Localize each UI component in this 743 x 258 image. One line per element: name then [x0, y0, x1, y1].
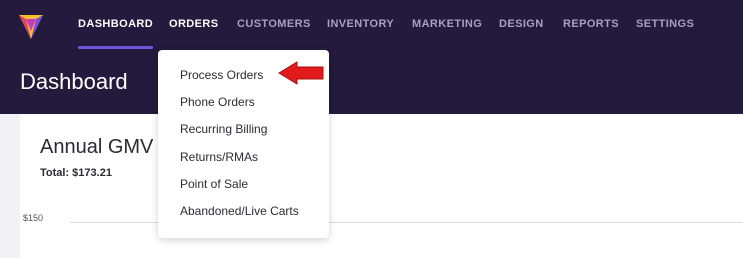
- menu-item-process-orders[interactable]: Process Orders: [180, 68, 263, 82]
- nav-item-marketing[interactable]: MARKETING: [412, 18, 482, 50]
- nav-item-orders[interactable]: ORDERS: [169, 18, 218, 50]
- nav-item-customers[interactable]: CUSTOMERS: [237, 18, 311, 50]
- card-title: Annual GMV: [40, 136, 154, 158]
- brand-logo-icon[interactable]: [17, 9, 45, 43]
- nav-item-inventory[interactable]: INVENTORY: [327, 18, 394, 50]
- active-tab-indicator: [78, 46, 154, 49]
- nav-item-settings[interactable]: SETTINGS: [636, 18, 694, 50]
- nav-item-label: DASHBOARD: [78, 18, 154, 30]
- menu-item-returns-rmas[interactable]: Returns/RMAs: [180, 150, 258, 164]
- nav-item-reports[interactable]: REPORTS: [563, 18, 619, 50]
- nav-item-label: REPORTS: [563, 18, 619, 30]
- top-header: DASHBOARD ORDERS CUSTOMERS INVENTORY MAR…: [0, 0, 743, 114]
- nav-item-label: INVENTORY: [327, 18, 395, 30]
- nav-item-dashboard[interactable]: DASHBOARD: [78, 18, 154, 50]
- nav-item-label: SETTINGS: [636, 18, 695, 30]
- y-axis-tick-label: $150: [23, 213, 44, 223]
- nav-item-label: MARKETING: [412, 18, 483, 30]
- page-title: Dashboard: [20, 69, 128, 94]
- nav-item-label: CUSTOMERS: [237, 18, 311, 30]
- menu-item-recurring-billing[interactable]: Recurring Billing: [180, 122, 267, 136]
- card-total: Total: $173.21: [40, 167, 112, 179]
- annual-gmv-card: Annual GMV Total: $173.21: [20, 114, 743, 258]
- red-arrow-icon: [278, 61, 324, 85]
- menu-item-abandoned-live-carts[interactable]: Abandoned/Live Carts: [180, 204, 299, 218]
- nav-item-label: ORDERS: [169, 18, 219, 30]
- menu-item-phone-orders[interactable]: Phone Orders: [180, 95, 255, 109]
- menu-item-point-of-sale[interactable]: Point of Sale: [180, 177, 248, 191]
- nav-item-design[interactable]: DESIGN: [499, 18, 544, 50]
- nav-item-label: DESIGN: [499, 18, 544, 30]
